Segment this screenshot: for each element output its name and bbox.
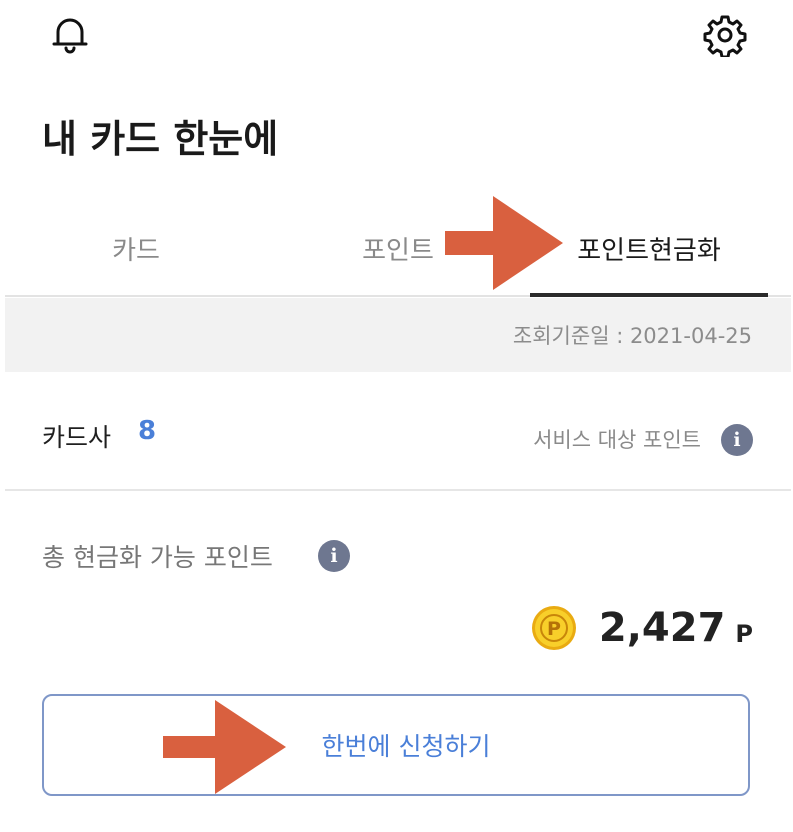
query-date: 조회기준일 : 2021-04-25 — [512, 324, 752, 348]
gear-icon — [703, 15, 747, 57]
notifications-button[interactable] — [45, 10, 95, 60]
bell-icon — [52, 18, 88, 54]
points-value: 2,427 — [598, 605, 726, 651]
points-amount: P 2,427 P — [531, 600, 753, 656]
card-company-row: 카드사 8 서비스 대상 포인트 i — [0, 400, 793, 480]
page-title: 내 카드 한눈에 — [42, 117, 279, 161]
total-points-info-icon[interactable]: i — [318, 540, 350, 572]
point-coin-icon: P — [531, 606, 576, 650]
section-divider — [5, 489, 791, 491]
total-cashable-points-label: 총 현금화 가능 포인트 — [42, 543, 273, 572]
coin-letter: P — [547, 618, 561, 640]
apply-all-button[interactable]: 한번에 신청하기 — [42, 694, 750, 796]
tab-point-cashout[interactable]: 포인트현금화 — [530, 200, 768, 296]
query-date-bar: 조회기준일 : 2021-04-25 — [5, 298, 791, 372]
service-info-icon[interactable]: i — [721, 424, 753, 456]
tab-bar: 카드 포인트 포인트현금화 — [0, 200, 793, 298]
points-unit: P — [735, 620, 753, 648]
settings-button[interactable] — [700, 10, 750, 60]
active-tab-indicator — [530, 293, 768, 297]
card-company-count: 8 — [138, 416, 157, 446]
card-company-label: 카드사 — [42, 423, 112, 452]
tab-point[interactable]: 포인트 — [268, 200, 528, 296]
tab-card[interactable]: 카드 — [6, 200, 266, 296]
service-target-points-link[interactable]: 서비스 대상 포인트 — [533, 424, 701, 454]
